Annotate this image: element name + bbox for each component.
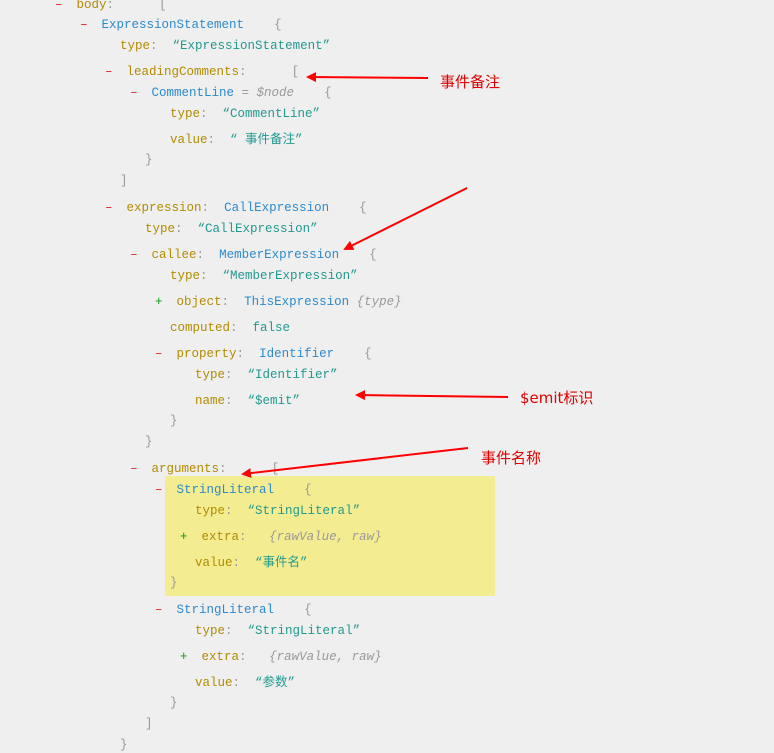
arrow-event-name [241, 447, 469, 479]
annotation-arrows [241, 72, 509, 479]
annotation-comment: 事件备注 [440, 73, 501, 91]
annotation-emit: $emit标识 [520, 389, 594, 407]
arrow-comment [306, 72, 429, 83]
arrow-callee [343, 187, 468, 250]
arrow-emit [355, 390, 509, 401]
annotation-event-name: 事件名称 [481, 449, 542, 467]
